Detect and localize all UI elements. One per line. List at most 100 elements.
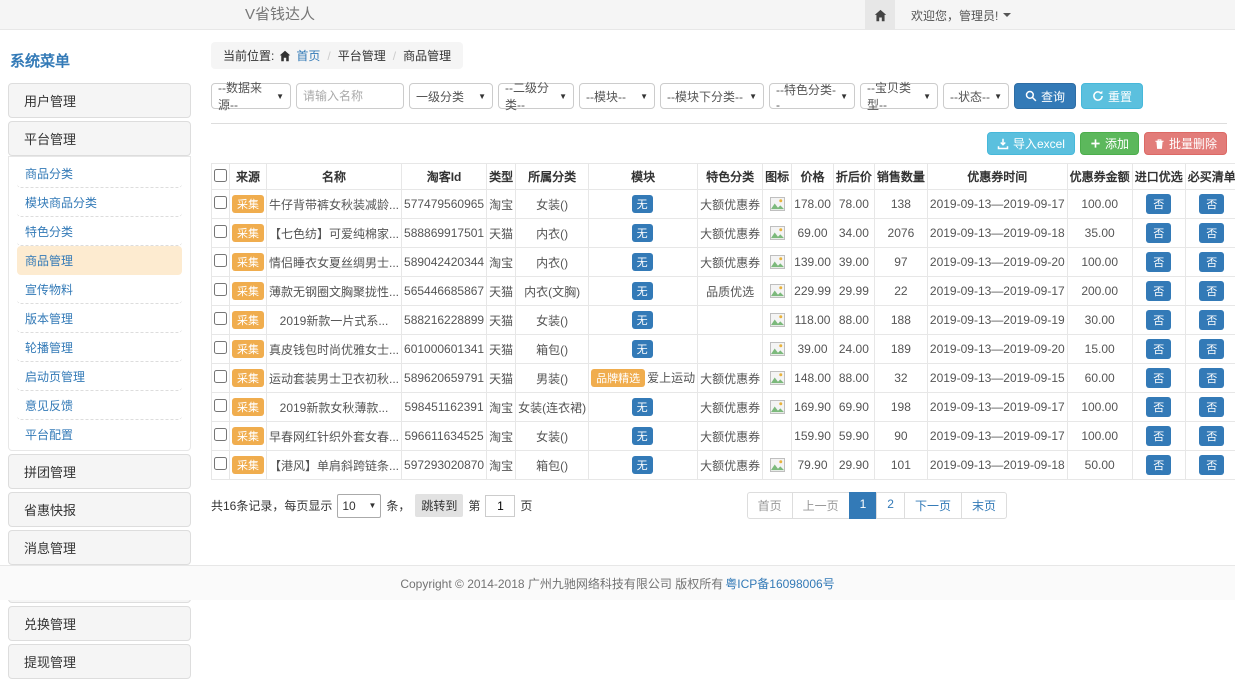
- name-search-input[interactable]: [296, 83, 404, 109]
- must-buy-cell: 否: [1185, 277, 1235, 306]
- import-excel-button[interactable]: 导入excel: [987, 132, 1075, 155]
- jump-button[interactable]: 跳转到: [415, 494, 463, 517]
- select-all-checkbox[interactable]: [214, 169, 227, 182]
- feature-cell: 品质优选: [698, 277, 763, 306]
- sidebar-subitem[interactable]: 特色分类: [17, 217, 182, 246]
- must-buy-toggle-button[interactable]: 否: [1199, 310, 1224, 330]
- sidebar-item-user-management[interactable]: 用户管理: [8, 83, 191, 118]
- pager-item[interactable]: 2: [876, 492, 905, 519]
- sidebar-subitem[interactable]: 平台配置: [17, 420, 182, 448]
- sidebar-subitem[interactable]: 轮播管理: [17, 333, 182, 362]
- sidebar-subitem[interactable]: 宣传物料: [17, 275, 182, 304]
- module-badge: 无: [632, 282, 653, 300]
- import-toggle-button[interactable]: 否: [1146, 281, 1171, 301]
- filter-select[interactable]: --宝贝类型-- ▼: [860, 83, 938, 109]
- sidebar-subitem[interactable]: 版本管理: [17, 304, 182, 333]
- topbar-right: 欢迎您，管理员!: [865, 0, 1011, 30]
- import-toggle-button[interactable]: 否: [1146, 223, 1171, 243]
- must-buy-toggle-button[interactable]: 否: [1199, 194, 1224, 214]
- filter-select[interactable]: --二级分类-- ▼: [498, 83, 574, 109]
- row-checkbox[interactable]: [214, 428, 227, 441]
- name-cell: 【七色纺】可爱纯棉家...: [267, 219, 402, 248]
- row-checkbox[interactable]: [214, 312, 227, 325]
- must-buy-toggle-button[interactable]: 否: [1199, 252, 1224, 272]
- reset-button[interactable]: 重置: [1081, 83, 1143, 109]
- sidebar-subitem[interactable]: 模块商品分类: [17, 188, 182, 217]
- import-toggle-button[interactable]: 否: [1146, 310, 1171, 330]
- app-title: V省钱达人: [245, 0, 315, 30]
- row-checkbox[interactable]: [214, 341, 227, 354]
- must-buy-toggle-button[interactable]: 否: [1199, 339, 1224, 359]
- row-checkbox[interactable]: [214, 457, 227, 470]
- import-toggle-button[interactable]: 否: [1146, 252, 1171, 272]
- row-checkbox[interactable]: [214, 283, 227, 296]
- sidebar-item-group[interactable]: 消息管理: [8, 530, 191, 565]
- checkbox-cell: [212, 451, 230, 480]
- breadcrumb-home-link[interactable]: 首页: [296, 47, 320, 64]
- sidebar-item-group[interactable]: 提现管理: [8, 644, 191, 679]
- user-menu[interactable]: 欢迎您，管理员!: [911, 7, 1011, 24]
- must-buy-toggle-button[interactable]: 否: [1199, 281, 1224, 301]
- import-select-cell: 否: [1132, 306, 1185, 335]
- filter-bar: --数据来源-- ▼ 一级分类 ▼ --二级分类-- ▼ --模块-- ▼: [211, 83, 1227, 109]
- import-toggle-button[interactable]: 否: [1146, 426, 1171, 446]
- pager-item[interactable]: 上一页: [792, 492, 850, 519]
- module-badge: 无: [632, 456, 653, 474]
- name-cell: 2019新款女秋薄款...: [267, 393, 402, 422]
- batch-delete-button[interactable]: 批量删除: [1144, 132, 1227, 155]
- import-toggle-button[interactable]: 否: [1146, 194, 1171, 214]
- sidebar-item-group[interactable]: 兑换管理: [8, 606, 191, 641]
- sidebar-subitem[interactable]: 商品分类: [17, 159, 182, 188]
- discount-price-cell: 24.00: [833, 335, 874, 364]
- price-cell: 148.00: [792, 364, 834, 393]
- filter-select[interactable]: 一级分类 ▼: [409, 83, 493, 109]
- sidebar-item-platform-management[interactable]: 平台管理: [8, 121, 191, 156]
- row-checkbox[interactable]: [214, 399, 227, 412]
- filter-select[interactable]: --模块-- ▼: [579, 83, 655, 109]
- source-cell: 采集: [230, 219, 267, 248]
- must-buy-toggle-button[interactable]: 否: [1199, 455, 1224, 475]
- import-toggle-button[interactable]: 否: [1146, 368, 1171, 388]
- must-buy-toggle-button[interactable]: 否: [1199, 426, 1224, 446]
- search-button[interactable]: 查询: [1014, 83, 1076, 109]
- sidebar-item-group[interactable]: 拼团管理: [8, 454, 191, 489]
- pager-item[interactable]: 下一页: [904, 492, 962, 519]
- home-button[interactable]: [865, 0, 895, 30]
- source-badge: 采集: [232, 224, 264, 242]
- row-checkbox[interactable]: [214, 225, 227, 238]
- category-cell: 女装(): [516, 422, 589, 451]
- row-checkbox[interactable]: [214, 196, 227, 209]
- home-icon: [874, 9, 887, 22]
- jump-page-input[interactable]: [485, 495, 515, 517]
- filter-select[interactable]: --状态-- ▼: [943, 83, 1009, 109]
- import-toggle-button[interactable]: 否: [1146, 455, 1171, 475]
- icon-cell: [763, 248, 792, 277]
- must-buy-toggle-button[interactable]: 否: [1199, 223, 1224, 243]
- filter-select-data-source[interactable]: --数据来源-- ▼: [211, 83, 291, 109]
- pager-item[interactable]: 末页: [961, 492, 1007, 519]
- sidebar-submenu: 商品分类 模块商品分类 特色分类 商品管理 宣传物料 版本管理 轮播管理 启动页…: [8, 156, 191, 451]
- sidebar-subitem[interactable]: 商品管理: [17, 246, 182, 275]
- category-cell: 女装(连衣裙): [516, 393, 589, 422]
- add-button[interactable]: 添加: [1080, 132, 1139, 155]
- trash-icon: [1154, 138, 1165, 150]
- batch-delete-label: 批量删除: [1169, 135, 1217, 152]
- must-buy-toggle-button[interactable]: 否: [1199, 397, 1224, 417]
- pager-item[interactable]: 1: [849, 492, 878, 519]
- icp-link[interactable]: 粤ICP备16098006号: [725, 575, 834, 592]
- sidebar-item-group[interactable]: 省惠快报: [8, 492, 191, 527]
- page-size-select[interactable]: 10 ▼: [337, 494, 381, 518]
- search-button-label: 查询: [1041, 88, 1065, 105]
- filter-select[interactable]: --特色分类-- ▼: [769, 83, 855, 109]
- sidebar-subitem[interactable]: 意见反馈: [17, 391, 182, 420]
- module-extra-text: 爱上运动: [647, 371, 695, 385]
- filter-select[interactable]: --模块下分类-- ▼: [660, 83, 764, 109]
- row-checkbox[interactable]: [214, 254, 227, 267]
- sidebar-subitem[interactable]: 启动页管理: [17, 362, 182, 391]
- import-toggle-button[interactable]: 否: [1146, 397, 1171, 417]
- must-buy-toggle-button[interactable]: 否: [1199, 368, 1224, 388]
- import-toggle-button[interactable]: 否: [1146, 339, 1171, 359]
- price-cell: 118.00: [792, 306, 834, 335]
- row-checkbox[interactable]: [214, 370, 227, 383]
- pager-item[interactable]: 首页: [747, 492, 793, 519]
